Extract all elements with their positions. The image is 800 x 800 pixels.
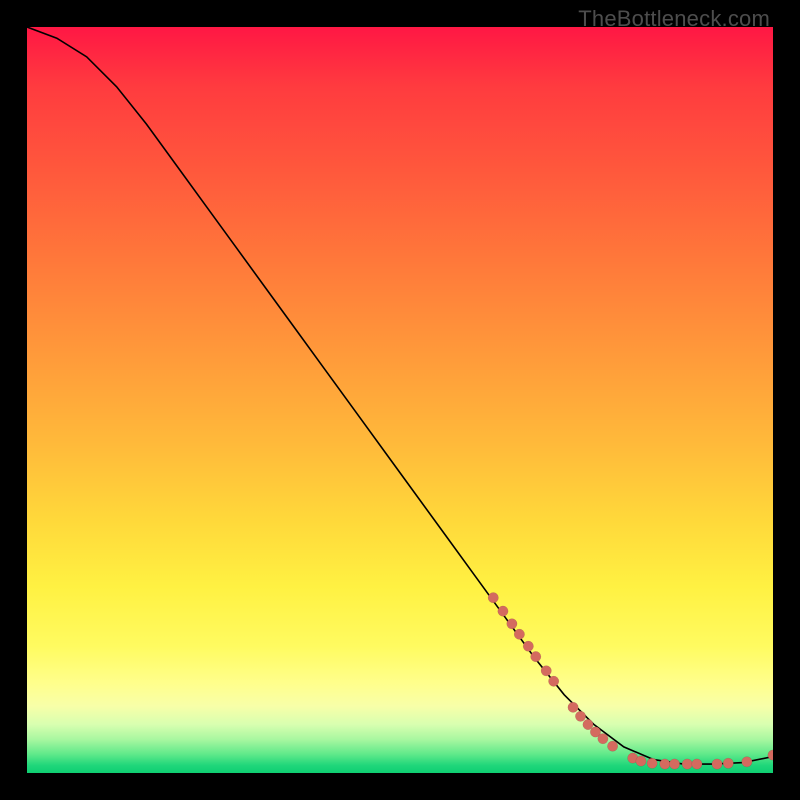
chart-stage: TheBottleneck.com: [0, 0, 800, 800]
chart-overlay: [27, 27, 773, 773]
data-marker: [488, 592, 498, 602]
data-marker: [636, 756, 646, 766]
data-marker: [568, 702, 578, 712]
data-marker: [682, 759, 692, 769]
plot-area: [27, 27, 773, 773]
data-marker: [660, 759, 670, 769]
data-marker: [498, 606, 508, 616]
data-marker: [575, 711, 585, 721]
marker-group: [488, 592, 773, 769]
data-marker: [768, 750, 773, 760]
bottleneck-curve: [27, 27, 773, 764]
data-marker: [541, 666, 551, 676]
data-marker: [669, 759, 679, 769]
data-marker: [607, 741, 617, 751]
data-marker: [712, 759, 722, 769]
data-marker: [507, 619, 517, 629]
data-marker: [514, 629, 524, 639]
data-marker: [647, 758, 657, 768]
data-marker: [523, 641, 533, 651]
data-marker: [723, 758, 733, 768]
data-marker: [742, 757, 752, 767]
data-marker: [531, 651, 541, 661]
data-marker: [692, 759, 702, 769]
data-marker: [598, 733, 608, 743]
data-marker: [548, 676, 558, 686]
